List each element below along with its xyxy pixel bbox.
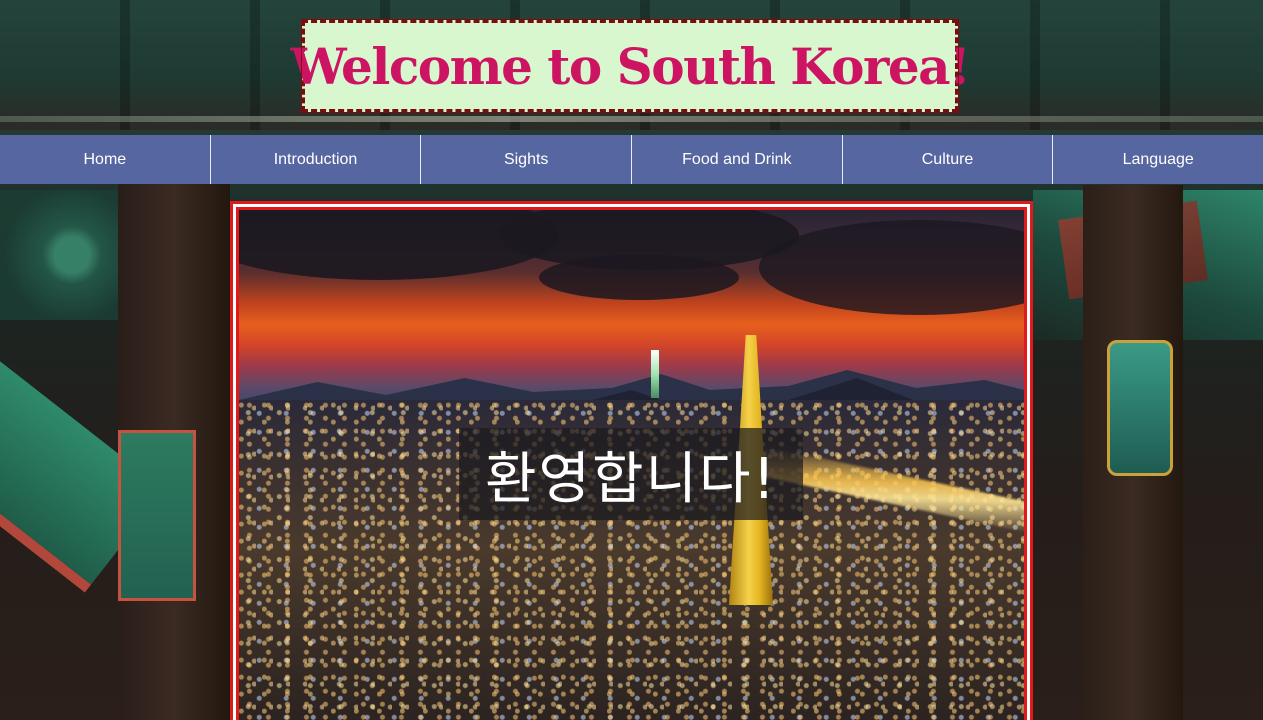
nav-home[interactable]: Home xyxy=(0,135,211,184)
welcome-overlay: 환영합니다! xyxy=(459,428,803,520)
nav-sights[interactable]: Sights xyxy=(421,135,633,184)
site-title-box: Welcome to South Korea! xyxy=(290,19,971,113)
nav-culture[interactable]: Culture xyxy=(843,135,1054,184)
cloud xyxy=(759,220,1024,315)
cloud xyxy=(539,255,739,300)
site-title: Welcome to South Korea! xyxy=(290,36,971,96)
hero-image-frame: 환영합니다! xyxy=(230,201,1033,720)
nav-food-and-drink[interactable]: Food and Drink xyxy=(632,135,843,184)
left-painted-panel xyxy=(118,430,196,601)
nav-language[interactable]: Language xyxy=(1053,135,1263,184)
welcome-korean-text: 환영합니다! xyxy=(484,446,778,512)
left-painted-eaves xyxy=(0,190,120,320)
nav-introduction[interactable]: Introduction xyxy=(211,135,422,184)
main-navigation: Home Introduction Sights Food and Drink … xyxy=(0,135,1263,184)
seoul-skyline-image: 환영합니다! xyxy=(236,207,1027,720)
namsan-tower xyxy=(651,350,659,398)
right-ornament xyxy=(1107,340,1173,476)
